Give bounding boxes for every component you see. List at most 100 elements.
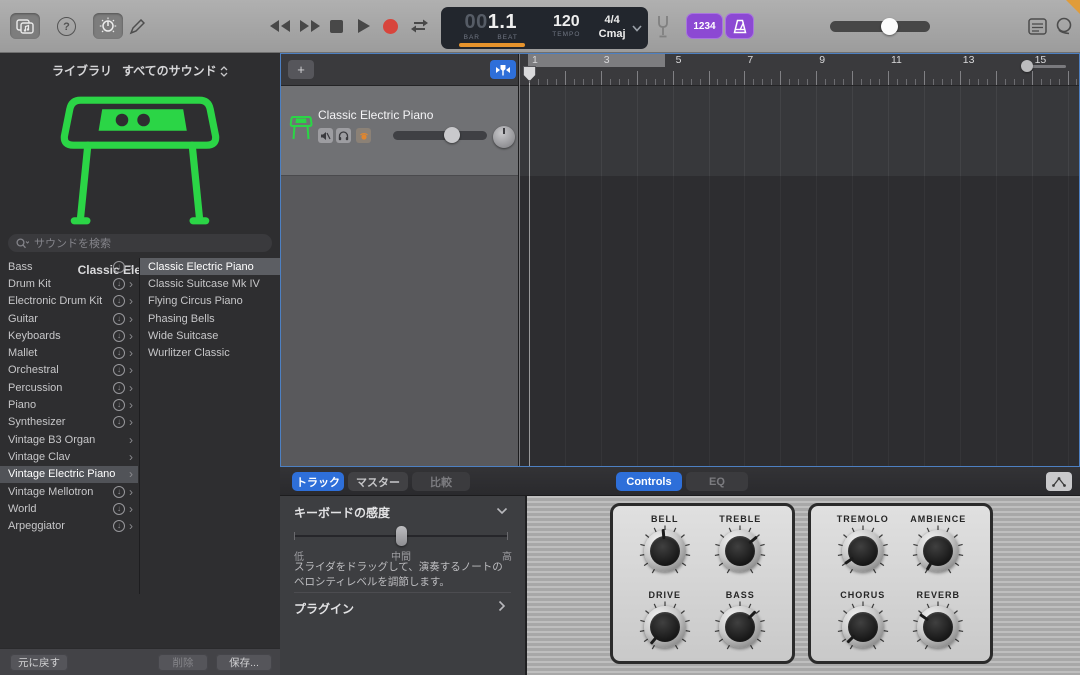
knob-control[interactable] — [912, 601, 964, 653]
library-preset-item[interactable]: Wurlitzer Classic — [140, 344, 280, 361]
track-pan-knob[interactable] — [493, 126, 515, 148]
lcd-position-section[interactable]: 001.1 BARBEAT — [441, 7, 540, 49]
lcd-tempo-section[interactable]: 120 TEMPO — [540, 7, 592, 49]
lcd-mode-menu[interactable] — [632, 7, 648, 49]
library-category-item[interactable]: Vintage Electric Piano› — [0, 466, 138, 483]
tab-track[interactable]: トラック — [292, 472, 344, 491]
sensitivity-slider-knob[interactable] — [396, 526, 407, 546]
lcd-display[interactable]: 001.1 BARBEAT 120 TEMPO 4/4 Cmaj — [441, 7, 648, 49]
loop-browser-button[interactable] — [1054, 16, 1074, 36]
master-volume-slider[interactable] — [830, 21, 930, 32]
library-preset-item[interactable]: Wide Suitcase — [140, 327, 280, 344]
library-category-item[interactable]: Piano↓› — [0, 396, 138, 413]
tab-master[interactable]: マスター — [348, 472, 408, 491]
library-category-item[interactable]: Bass↓› — [0, 258, 138, 275]
knob-chorus[interactable]: CHORUS — [825, 584, 901, 660]
download-icon[interactable]: ↓ — [113, 503, 125, 515]
stop-button[interactable] — [330, 20, 343, 33]
knob-tremolo[interactable]: TREMOLO — [825, 508, 901, 584]
track-monitoring-button[interactable] — [356, 128, 371, 143]
library-category-item[interactable]: Guitar↓› — [0, 310, 138, 327]
library-category-item[interactable]: Synthesizer↓› — [0, 414, 138, 431]
tab-compare[interactable]: 比較 — [412, 472, 470, 491]
library-category-item[interactable]: World↓› — [0, 500, 138, 517]
tab-eq[interactable]: EQ — [686, 472, 748, 491]
library-category-item[interactable]: Arpeggiator↓› — [0, 517, 138, 534]
quick-help-button[interactable]: ? — [57, 17, 76, 36]
knob-control[interactable] — [639, 601, 691, 653]
library-category-item[interactable]: Mallet↓› — [0, 344, 138, 361]
mute-button[interactable] — [318, 128, 333, 143]
download-icon[interactable]: ↓ — [113, 313, 125, 325]
count-in-button[interactable]: 1234 — [686, 13, 723, 39]
knob-ambience[interactable]: AMBIENCE — [901, 508, 977, 584]
knob-control[interactable] — [837, 601, 889, 653]
smart-controls-toggle-button[interactable] — [93, 13, 123, 39]
rewind-button[interactable] — [268, 18, 292, 34]
play-button[interactable] — [357, 18, 371, 34]
library-category-item[interactable]: Percussion↓› — [0, 379, 138, 396]
track-name[interactable]: Classic Electric Piano — [318, 108, 433, 122]
knob-reverb[interactable]: REVERB — [901, 584, 977, 660]
track-volume-knob[interactable] — [444, 127, 460, 143]
lcd-key-section[interactable]: 4/4 Cmaj — [592, 7, 632, 49]
fast-forward-button[interactable] — [298, 18, 322, 34]
library-category-item[interactable]: Electronic Drum Kit↓› — [0, 293, 138, 310]
library-preset-item[interactable]: Classic Electric Piano — [140, 258, 280, 275]
playhead-line[interactable] — [529, 83, 530, 467]
download-icon[interactable]: ↓ — [113, 520, 125, 532]
delete-button[interactable]: 削除 — [158, 654, 208, 671]
download-icon[interactable]: ↓ — [113, 261, 125, 273]
tab-controls[interactable]: Controls — [616, 472, 682, 491]
knob-drive[interactable]: DRIVE — [627, 584, 703, 660]
library-category-item[interactable]: Orchestral↓› — [0, 362, 138, 379]
library-category-item[interactable]: Vintage B3 Organ› — [0, 431, 138, 448]
knob-control[interactable] — [837, 525, 889, 577]
sound-search-field[interactable]: サウンドを検索 — [8, 234, 272, 252]
catch-playhead-button[interactable] — [490, 60, 516, 79]
library-category-item[interactable]: Drum Kit↓› — [0, 275, 138, 292]
download-icon[interactable]: ↓ — [113, 486, 125, 498]
knob-bass[interactable]: BASS — [703, 584, 779, 660]
plugins-row[interactable]: プラグイン — [294, 600, 354, 617]
library-toggle-button[interactable] — [10, 13, 40, 39]
notepad-button[interactable] — [1028, 18, 1047, 35]
master-volume-knob[interactable] — [881, 18, 898, 35]
save-button[interactable]: 保存... — [216, 654, 272, 671]
add-track-button[interactable]: + — [288, 60, 314, 79]
sensitivity-slider[interactable] — [294, 535, 508, 537]
library-category-item[interactable]: Vintage Clav› — [0, 448, 138, 465]
timeline-background[interactable] — [520, 176, 1080, 467]
library-category-item[interactable]: Keyboards↓› — [0, 327, 138, 344]
download-icon[interactable]: ↓ — [113, 416, 125, 428]
knob-control[interactable] — [714, 601, 766, 653]
editors-toggle-button[interactable] — [127, 17, 147, 37]
record-button[interactable] — [383, 19, 398, 34]
library-preset-item[interactable]: Classic Suitcase Mk IV — [140, 275, 280, 292]
transform-pad-button[interactable] — [1046, 472, 1072, 491]
library-preset-item[interactable]: Phasing Bells — [140, 310, 280, 327]
knob-bell[interactable]: BELL — [627, 508, 703, 584]
download-icon[interactable]: ↓ — [113, 399, 125, 411]
library-scope-menu[interactable]: すべてのサウンド — [122, 64, 228, 78]
library-category-item[interactable]: Vintage Mellotron↓› — [0, 483, 138, 500]
download-icon[interactable]: ↓ — [113, 295, 125, 307]
cycle-button[interactable] — [410, 18, 429, 34]
download-icon[interactable]: ↓ — [113, 347, 125, 359]
solo-button[interactable] — [336, 128, 351, 143]
knob-control[interactable] — [912, 525, 964, 577]
library-preset-item[interactable]: Flying Circus Piano — [140, 293, 280, 310]
knob-control[interactable] — [639, 525, 691, 577]
download-icon[interactable]: ↓ — [113, 330, 125, 342]
download-icon[interactable]: ↓ — [113, 278, 125, 290]
metronome-button[interactable] — [725, 13, 754, 39]
collapse-chevron-icon[interactable] — [496, 507, 508, 515]
knob-control[interactable] — [714, 525, 766, 577]
revert-button[interactable]: 元に戻す — [10, 654, 68, 671]
tuner-button[interactable] — [656, 15, 670, 38]
knob-treble[interactable]: TREBLE — [703, 508, 779, 584]
track-lane[interactable] — [520, 86, 1080, 176]
track-volume-slider[interactable] — [393, 131, 487, 140]
download-icon[interactable]: ↓ — [113, 382, 125, 394]
track-header[interactable]: Classic Electric Piano — [281, 86, 518, 176]
